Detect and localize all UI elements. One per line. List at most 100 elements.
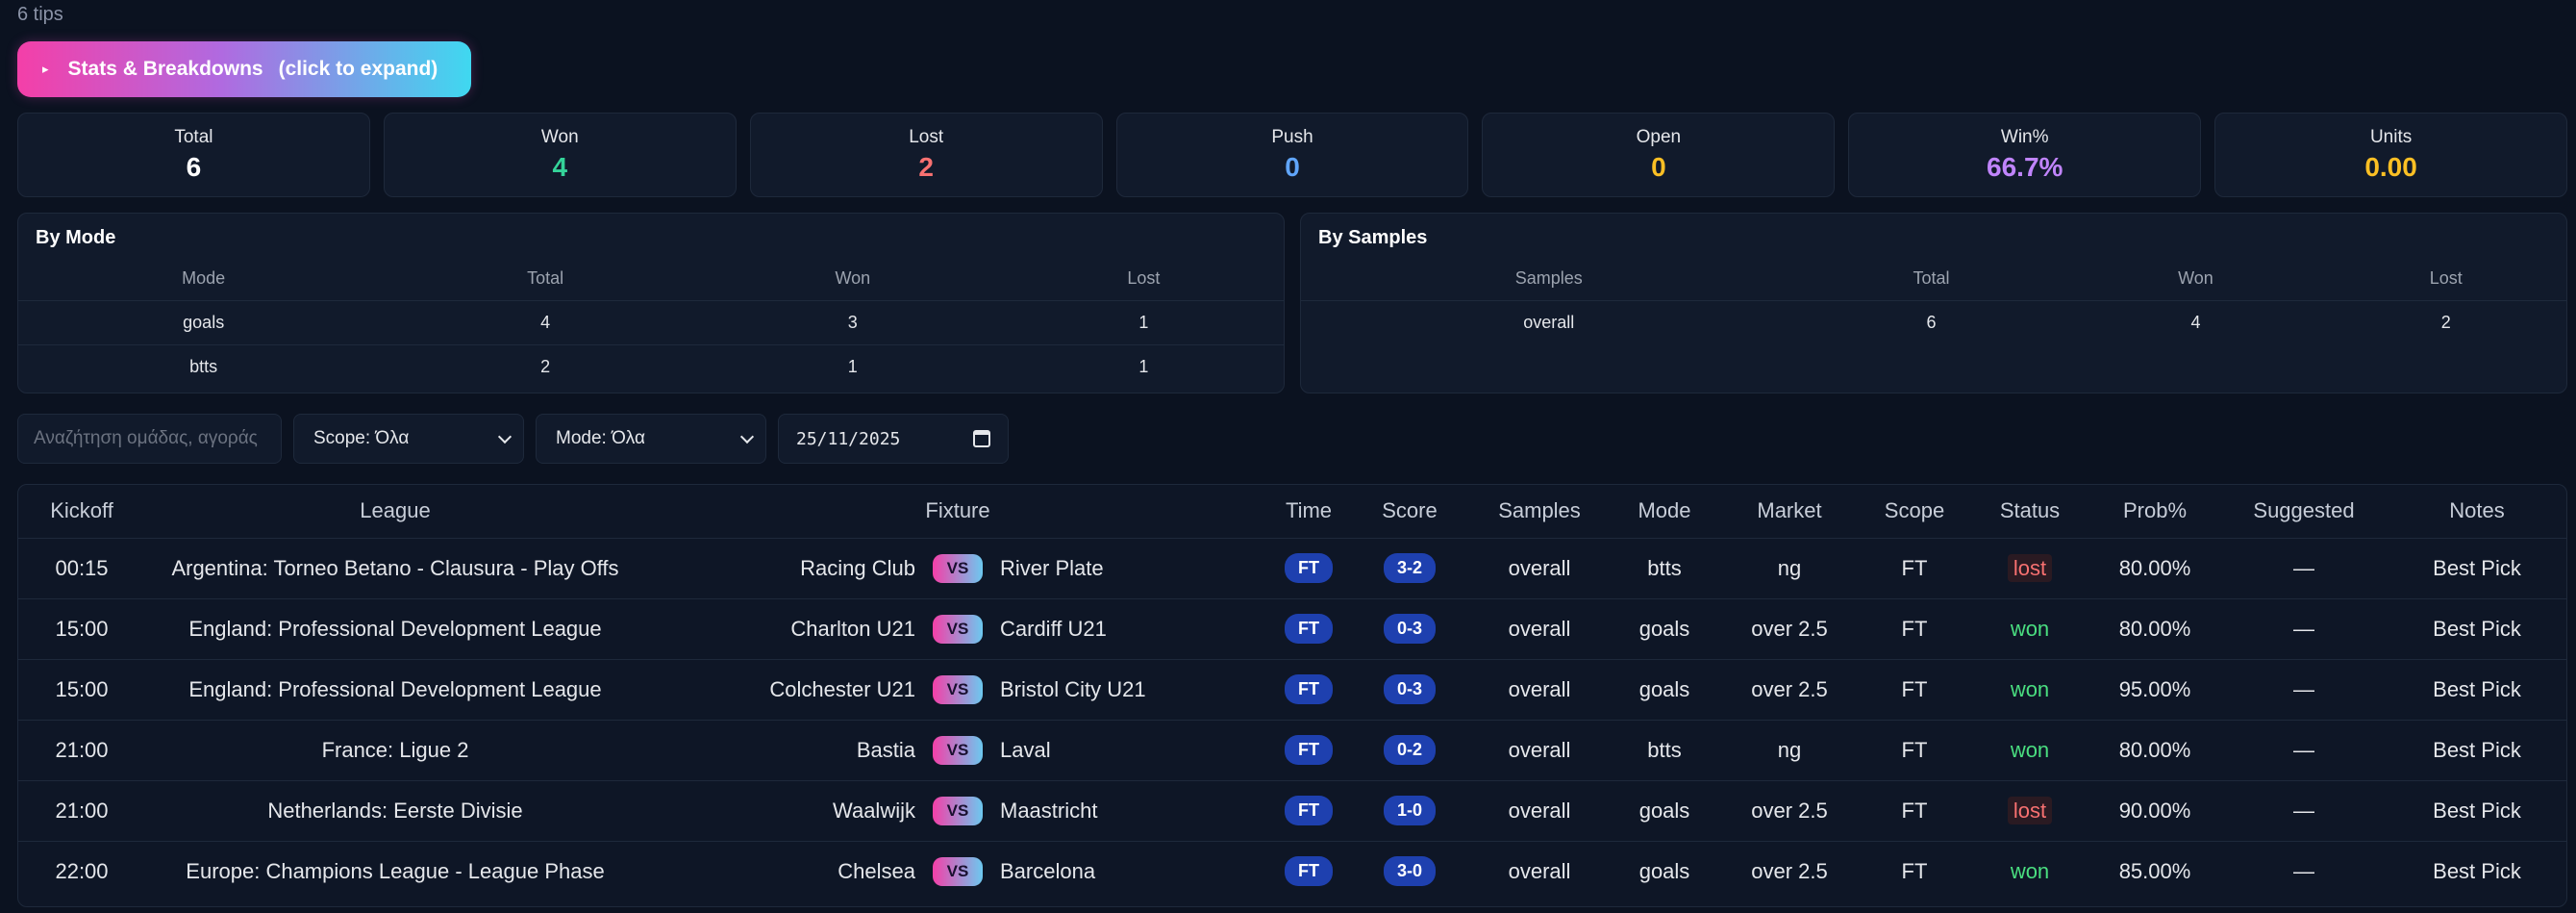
fixture-cell: Chelsea VS Barcelona [645, 841, 1270, 901]
status-cell: won [1972, 841, 2088, 901]
suggested-cell: — [2293, 858, 2314, 883]
column-header[interactable]: Notes [2386, 485, 2566, 539]
scope-select-value: Scope: Όλα [313, 428, 410, 448]
stat-label: Units [2369, 127, 2413, 147]
filter-bar: Scope: Όλα Mode: Όλα 25/11/2025 [17, 414, 1009, 464]
league-cell: England: Professional Development League [145, 598, 645, 660]
samples-cell: overall [1508, 858, 1571, 883]
league-cell: England: Professional Development League [145, 659, 645, 721]
table-row[interactable]: 15:00 England: Professional Development … [18, 659, 2566, 721]
time-cell: FT [1270, 659, 1347, 721]
stat-card-units: Units 0.00 [2214, 113, 2568, 197]
column-header: Lost [2325, 258, 2566, 301]
column-header[interactable]: Mode [1607, 485, 1722, 539]
vs-badge: VS [933, 614, 983, 644]
table-cell: overall [1523, 312, 1575, 332]
stats-expand-button[interactable]: ▸ Stats & Breakdowns (click to expand) [17, 41, 471, 97]
time-badge: FT [1285, 856, 1333, 887]
vs-badge: VS [933, 796, 983, 825]
status-cell: lost [1972, 780, 2088, 842]
stat-label: Push [1271, 127, 1313, 147]
table-row[interactable]: 22:00 Europe: Champions League - League … [18, 841, 2566, 901]
table-row: btts 2 1 1 [18, 344, 1284, 389]
mode-cell: btts [1607, 538, 1722, 599]
score-badge: 1-0 [1383, 796, 1436, 825]
market-cell: over 2.5 [1751, 858, 1828, 883]
column-header[interactable]: Time [1270, 485, 1347, 539]
column-header[interactable]: League [145, 485, 645, 539]
column-header[interactable]: Status [1972, 485, 2088, 539]
calendar-icon[interactable] [973, 430, 990, 447]
score-cell: 0-2 [1347, 720, 1472, 781]
column-header[interactable]: Fixture [645, 485, 1270, 539]
fixture-cell: Racing Club VS River Plate [645, 538, 1270, 599]
samples-cell: overall [1472, 538, 1607, 599]
tips-count: 6 tips [17, 4, 63, 25]
table-row[interactable]: 21:00 France: Ligue 2 Bastia VS Laval FT 0… [18, 720, 2566, 781]
prob-cell: 85.00% [2118, 858, 2191, 883]
stat-value: 0.00 [2364, 152, 2417, 182]
column-header: Samples [1301, 258, 1797, 301]
prob-cell: 80.00% [2088, 598, 2222, 660]
away-team: Cardiff U21 [1000, 616, 1107, 641]
score-cell: 3-0 [1347, 841, 1472, 901]
notes-cell: Best Pick [2386, 659, 2566, 721]
status-badge: won [2010, 616, 2050, 641]
table-cell: btts [189, 356, 218, 376]
time-cell: FT [1270, 780, 1347, 842]
chevron-down-icon [739, 429, 755, 444]
by-samples-table: Samples Total Won Lost overall 6 4 2 [1301, 258, 2566, 344]
table-row: overall 6 4 2 [1301, 300, 2566, 344]
table-cell: goals [18, 300, 389, 345]
league-cell: France: Ligue 2 [145, 720, 645, 781]
score-badge: 0-2 [1383, 735, 1436, 765]
away-team: Laval [1000, 737, 1051, 762]
status-badge: won [2010, 737, 2050, 762]
column-header[interactable]: Suggested [2222, 485, 2386, 539]
time-badge: FT [1285, 614, 1333, 644]
kickoff-cell: 00:15 [18, 538, 145, 599]
fixture-cell: Waalwijk VS Maastricht [645, 780, 1270, 842]
status-badge: lost [2007, 796, 2053, 824]
column-header[interactable]: Samples [1472, 485, 1607, 539]
mode-select[interactable]: Mode: Όλα [536, 414, 766, 464]
time-badge: FT [1285, 796, 1333, 825]
home-team: Charlton U21 [790, 616, 915, 641]
status-badge: won [2010, 676, 2050, 701]
score-cell: 3-2 [1347, 538, 1472, 599]
table-row[interactable]: 00:15 Argentina: Torneo Betano - Clausur… [18, 538, 2566, 599]
time-badge: FT [1285, 674, 1333, 704]
away-team: Bristol City U21 [1000, 676, 1146, 701]
prob-cell: 95.00% [2088, 659, 2222, 721]
status-badge: lost [2007, 553, 2053, 582]
search-input[interactable] [17, 414, 282, 464]
market-cell: ng [1722, 538, 1857, 599]
table-cell: 4 [2190, 312, 2201, 332]
by-samples-panel: By Samples Samples Total Won Lost overal… [1300, 213, 2567, 393]
column-header[interactable]: Prob% [2088, 485, 2222, 539]
column-header[interactable]: Market [1722, 485, 1857, 539]
date-input[interactable]: 25/11/2025 [778, 414, 1009, 464]
stat-card-lost: Lost 2 [749, 113, 1103, 197]
stat-card-winpct: Win% 66.7% [1848, 113, 2202, 197]
mode-cell: btts [1607, 720, 1722, 781]
column-header[interactable]: Score [1347, 485, 1472, 539]
league-cell: Netherlands: Eerste Divisie [145, 780, 645, 842]
score-badge: 0-3 [1383, 614, 1436, 644]
by-mode-title: By Mode [36, 227, 116, 248]
triangle-right-icon: ▸ [42, 62, 49, 76]
by-samples-title: By Samples [1318, 227, 1428, 248]
score-badge: 3-2 [1383, 553, 1436, 583]
table-row[interactable]: 21:00 Netherlands: Eerste Divisie Waalwi… [18, 780, 2566, 842]
mode-cell: goals [1607, 598, 1722, 660]
away-team: Barcelona [1000, 858, 1096, 883]
score-cell: 0-3 [1347, 659, 1472, 721]
scope-cell: FT [1857, 598, 1972, 660]
table-cell: 1 [847, 356, 858, 376]
mode-cell: goals [1638, 858, 1690, 883]
stat-value: 66.7% [1987, 152, 2063, 182]
table-row[interactable]: 15:00 England: Professional Development … [18, 598, 2566, 660]
scope-select[interactable]: Scope: Όλα [293, 414, 524, 464]
column-header[interactable]: Scope [1857, 485, 1972, 539]
column-header[interactable]: Kickoff [18, 485, 145, 539]
